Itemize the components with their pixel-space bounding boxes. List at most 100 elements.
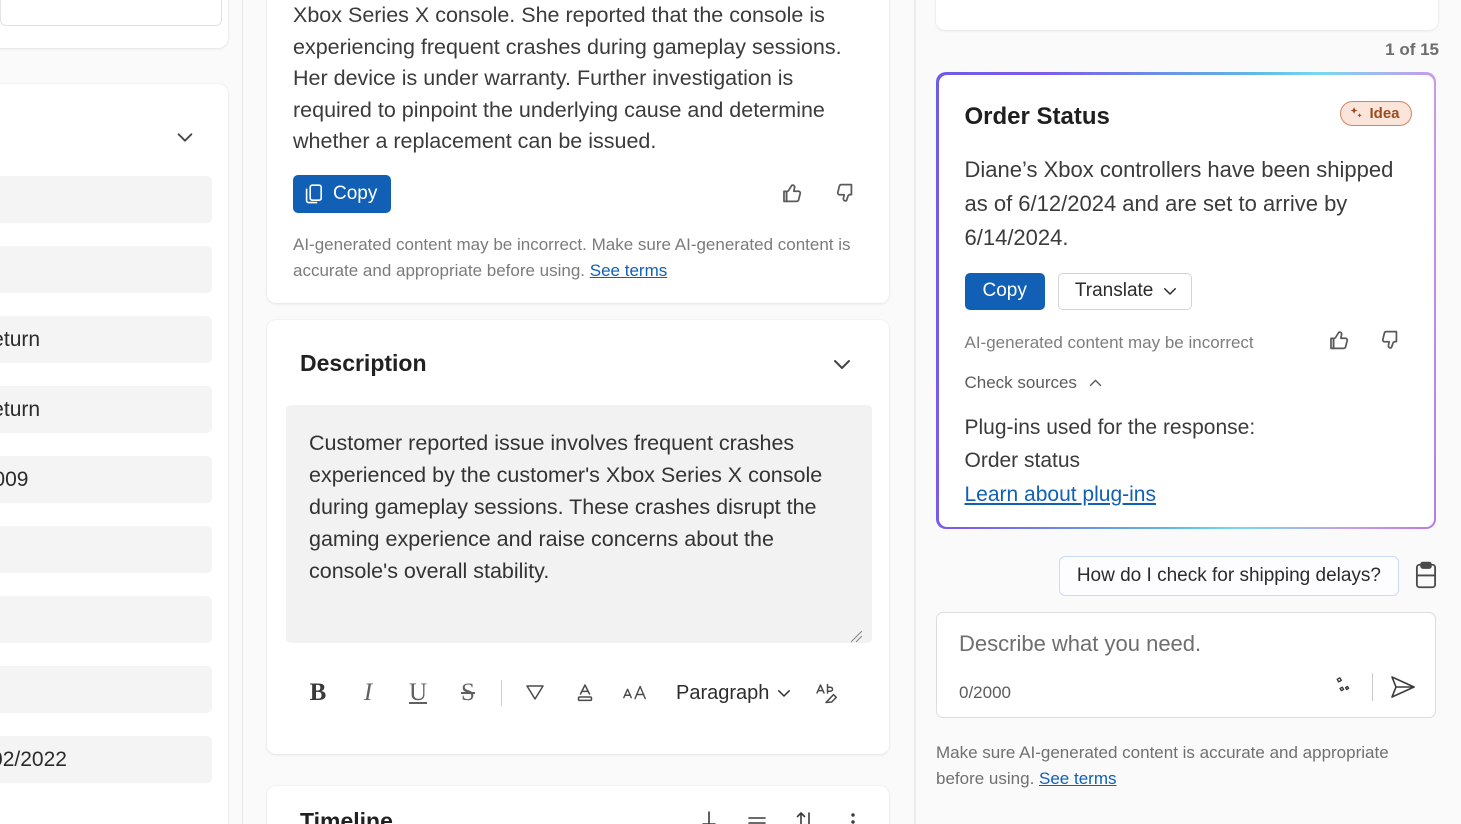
sidebar-list: Plank m eries X return eries X return 21… — [0, 176, 212, 806]
sidebar-timer-card: 50m:34s — [0, 0, 228, 48]
see-terms-link[interactable]: See terms — [590, 261, 667, 280]
center-panel: Xbox Series X console. She reported that… — [245, 0, 912, 824]
ai-disclaimer: AI-generated content may be incorrect. M… — [293, 232, 865, 284]
suggested-prompt-row: How do I check for shipping delays? — [1059, 556, 1439, 596]
status-badge-label: Idea — [1369, 105, 1399, 122]
ai-response-title: Order Status — [965, 103, 1110, 131]
check-sources-toggle[interactable]: Check sources — [965, 373, 1104, 393]
italic-label: I — [364, 679, 372, 707]
thumb-down-icon[interactable] — [1378, 327, 1404, 353]
plugins-info: Plug-ins used for the response: Order st… — [965, 411, 1405, 477]
add-note-icon[interactable] — [695, 808, 723, 824]
plugins-heading: Plug-ins used for the response: — [965, 411, 1405, 444]
more-options-icon[interactable] — [839, 808, 867, 824]
feedback-controls — [779, 180, 859, 206]
paragraph-style-label: Paragraph — [676, 682, 769, 705]
ai-response-card-border: Order Status Idea Diane’s Xbox controlle… — [936, 72, 1436, 529]
underline-label: U — [409, 679, 427, 707]
status-badge: Idea — [1340, 101, 1411, 126]
plugins-value: Order status — [965, 444, 1405, 477]
font-size-icon — [621, 680, 649, 706]
underline-button[interactable]: U — [393, 671, 443, 715]
italic-button[interactable]: I — [343, 671, 393, 715]
timer-value: 50m:34s — [15, 0, 100, 1]
copy-icon — [304, 183, 324, 205]
chevron-down-icon[interactable] — [830, 352, 854, 376]
composer-box[interactable]: Describe what you need. 0/2000 — [936, 612, 1436, 718]
timeline-card: Timeline — [267, 786, 889, 824]
thumb-up-icon[interactable] — [779, 180, 805, 206]
composer-character-count: 0/2000 — [959, 683, 1011, 703]
list-item-label: am - 02/02/2022 — [0, 748, 67, 772]
description-card: Description B I U S Pa — [267, 320, 889, 754]
ai-feedback-controls — [1326, 327, 1404, 353]
response-pagination: 1 of 15 — [1385, 40, 1439, 60]
strikethrough-button[interactable]: S — [443, 671, 493, 715]
toolbar-divider — [501, 680, 502, 706]
right-panel-divider — [914, 0, 916, 824]
font-color-button[interactable] — [560, 671, 610, 715]
ai-response-card: Order Status Idea Diane’s Xbox controlle… — [939, 75, 1434, 527]
sort-ascending-icon[interactable] — [791, 808, 819, 824]
list-item[interactable]: eries X return — [0, 316, 212, 363]
translate-label: Translate — [1075, 280, 1154, 302]
right-copilot-panel: 1 of 15 Order Status Idea Diane’s Xbox c… — [914, 0, 1461, 824]
bold-button[interactable]: B — [293, 671, 343, 715]
app-root: 50m:34s Plank m eries X return eries X r… — [0, 0, 1461, 824]
check-sources-label: Check sources — [965, 373, 1077, 393]
list-item-label: eries X return — [0, 328, 40, 352]
suggested-prompt-chip[interactable]: How do I check for shipping delays? — [1059, 556, 1399, 596]
translate-dropdown[interactable]: Translate — [1058, 273, 1193, 310]
list-item[interactable]: Plank — [0, 176, 212, 223]
list-item[interactable]: 2122-KL009 — [0, 456, 212, 503]
sparkle-icon[interactable] — [1331, 674, 1357, 700]
filter-icon[interactable] — [743, 808, 771, 824]
copy-button[interactable]: Copy — [293, 175, 391, 213]
copilot-footer-disclaimer: Make sure AI-generated content is accura… — [936, 740, 1436, 792]
timeline-title: Timeline — [300, 808, 393, 824]
font-color-icon — [572, 680, 598, 706]
paragraph-style-dropdown[interactable]: Paragraph — [660, 671, 803, 715]
font-size-button[interactable] — [610, 671, 660, 715]
ai-summary-card: Xbox Series X console. She reported that… — [267, 0, 889, 303]
learn-about-plugins-link[interactable]: Learn about plug-ins — [965, 483, 1156, 507]
timer-box: 50m:34s — [0, 0, 222, 26]
clipboard-icon[interactable] — [1413, 561, 1439, 591]
description-input[interactable] — [286, 405, 872, 643]
spelling-check-icon — [814, 680, 842, 706]
highlight-button[interactable] — [510, 671, 560, 715]
thumb-up-icon[interactable] — [1326, 327, 1352, 353]
timeline-actions — [695, 808, 867, 824]
chevron-down-icon — [1161, 282, 1179, 300]
spelling-check-button[interactable] — [803, 671, 853, 715]
sidebar-list-card: Plank m eries X return eries X return 21… — [0, 84, 228, 824]
thumb-down-icon[interactable] — [833, 180, 859, 206]
copy-button-label: Copy — [983, 280, 1027, 301]
list-item[interactable]: am - 02/02/2022 — [0, 736, 212, 783]
strikethrough-label: S — [461, 679, 475, 707]
send-icon[interactable] — [1388, 673, 1418, 701]
rich-text-toolbar: B I U S Paragraph — [293, 668, 873, 718]
left-sidebar: 50m:34s Plank m eries X return eries X r… — [0, 0, 243, 824]
list-item[interactable] — [0, 666, 212, 713]
list-item[interactable] — [0, 526, 212, 573]
description-title: Description — [300, 350, 427, 377]
copy-button[interactable]: Copy — [965, 273, 1045, 310]
list-item[interactable]: eries X return — [0, 386, 212, 433]
previous-response-card — [936, 0, 1438, 30]
bold-label: B — [310, 679, 327, 707]
list-item[interactable]: m — [0, 246, 212, 293]
ai-response-note: AI-generated content may be incorrect — [965, 333, 1254, 353]
list-item-label: eries X return — [0, 398, 40, 422]
see-terms-link[interactable]: See terms — [1039, 769, 1116, 788]
chevron-down-icon — [775, 684, 793, 702]
list-item-label: 2122-KL009 — [0, 468, 28, 492]
copilot-footer-text: Make sure AI-generated content is accura… — [936, 743, 1389, 788]
composer-divider — [1372, 673, 1373, 701]
sparkle-icon — [1349, 106, 1364, 121]
ai-response-body: Diane’s Xbox controllers have been shipp… — [965, 153, 1413, 255]
chevron-down-icon[interactable] — [174, 126, 196, 148]
composer-tools — [1331, 673, 1418, 701]
sidebar-divider — [242, 0, 243, 824]
list-item[interactable] — [0, 596, 212, 643]
